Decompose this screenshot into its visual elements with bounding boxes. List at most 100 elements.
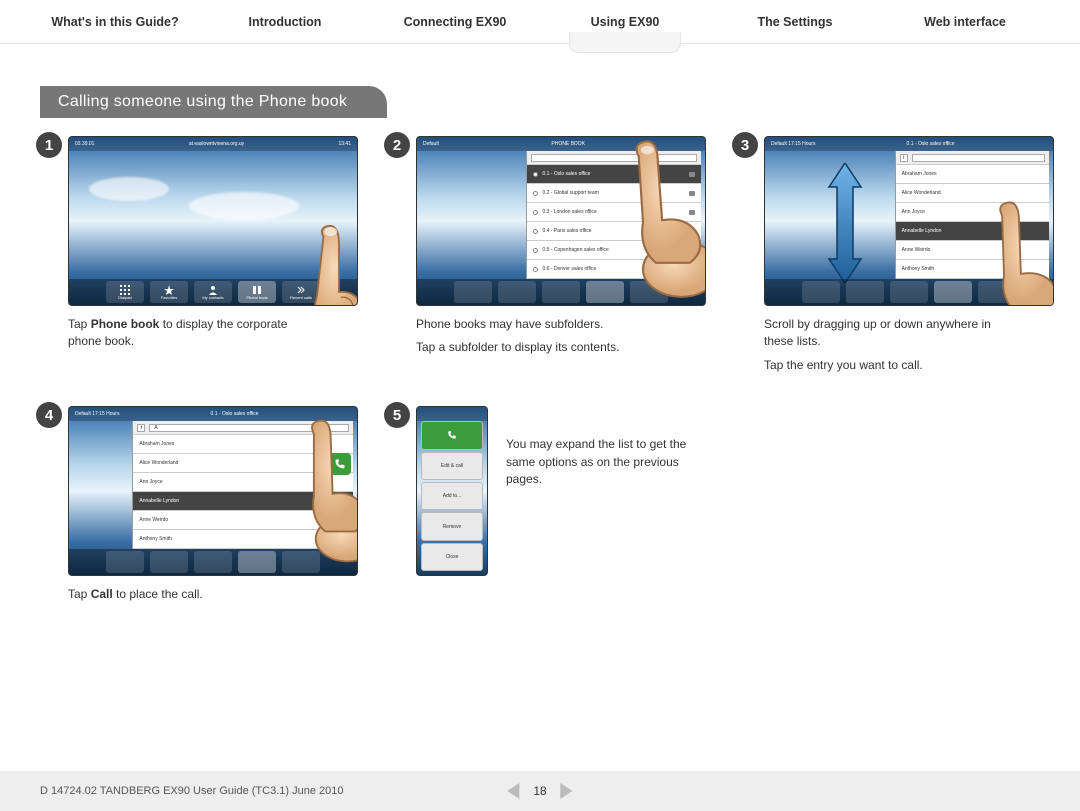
search-field[interactable] (912, 154, 1045, 162)
nav-using[interactable]: Using EX90 (540, 3, 710, 41)
topbar-right: 13:41 (338, 141, 351, 147)
topbar-left: Default (423, 141, 439, 147)
panel-remove-button[interactable]: Remove (421, 512, 483, 540)
next-page-button[interactable] (561, 783, 573, 799)
list-item[interactable]: Annabelle Lyndon (896, 222, 1049, 241)
list-item[interactable]: 0.5 - Copenhagen sales office (527, 241, 701, 260)
folder-icon (689, 248, 695, 253)
step-3: 3 Default 17:15 Hours 0.1 - Oslo sales o… (736, 136, 1054, 380)
tab-recent-calls[interactable] (282, 551, 320, 573)
step3-screenshot: Default 17:15 Hours 0.1 - Oslo sales off… (764, 136, 1054, 306)
step1-caption: Tap Phone book to display the corporate … (68, 316, 308, 351)
tab-my-contacts[interactable] (542, 281, 580, 303)
step5-caption: You may expand the list to get the same … (506, 436, 706, 586)
tab-dialpad[interactable] (454, 281, 492, 303)
topbar-center: at.easlowntvinena.org.uy (189, 141, 244, 147)
thumb-topbar (417, 407, 487, 421)
tab-my-contacts[interactable] (194, 551, 232, 573)
thumb-topbar: 03.39.01 at.easlowntvinena.org.uy 13:41 (69, 137, 357, 151)
tab-phone-book[interactable]: Phone book (238, 281, 276, 303)
list-item[interactable]: Alice Wonderland (133, 454, 353, 473)
section-heading: Calling someone using the Phone book (40, 86, 387, 118)
topbar-left: 03.39.01 (75, 141, 94, 147)
call-button[interactable] (329, 453, 351, 475)
list-item[interactable]: Anthony Smith (896, 260, 1049, 279)
tab-dialpad[interactable] (106, 551, 144, 573)
tab-my-contacts[interactable] (890, 281, 928, 303)
panel-edit-call-button[interactable]: Edit & call (421, 452, 483, 480)
topbar-right (350, 411, 351, 417)
doc-id: D 14724.02 TANDBERG EX90 User Guide (TC3… (40, 785, 343, 797)
panel-call-button[interactable] (421, 421, 483, 449)
list-item[interactable]: Alice Wonderland (896, 184, 1049, 203)
tab-favorites[interactable] (150, 551, 188, 573)
search-row: t (896, 151, 1049, 165)
tab-phone-book[interactable] (934, 281, 972, 303)
nav-introduction[interactable]: Introduction (200, 3, 370, 41)
list-item[interactable]: 0.2 - Global support team (527, 184, 701, 203)
pager: 18 (507, 783, 572, 799)
tab-phone-book[interactable] (586, 281, 624, 303)
list-item[interactable]: Annabelle Lyndon (133, 492, 353, 511)
step2-caption: Phone books may have subfolders. Tap a s… (416, 316, 656, 357)
tab-recent-calls[interactable]: Recent calls (282, 281, 320, 303)
thumb-bottombar: Dialpad Favorites My contacts Phone book… (69, 279, 357, 305)
tab-recent-calls[interactable] (630, 281, 668, 303)
nav-settings[interactable]: The Settings (710, 3, 880, 41)
search-field[interactable]: A (149, 424, 349, 432)
list-item[interactable]: Anne Weirdo (896, 241, 1049, 260)
step-2: 2 Default PHONE BOOK 0.1 - Oslo sales of… (388, 136, 706, 380)
tab-my-contacts[interactable]: My contacts (194, 281, 232, 303)
steps-grid: 1 03.39.01 at.easlowntvinena.org.uy 13:4… (0, 136, 1080, 610)
tab-favorites[interactable] (846, 281, 884, 303)
step2-screenshot: Default PHONE BOOK 0.1 - Oslo sales offi… (416, 136, 706, 306)
search-field[interactable] (531, 154, 697, 162)
list-item[interactable]: Ann Joyce (133, 473, 353, 492)
options-panel: Edit & call Add to... Remove Close (421, 421, 483, 571)
list-item[interactable]: Abraham Jones (133, 435, 353, 454)
tab-phone-book[interactable] (238, 551, 276, 573)
thumb-topbar: Default 17:15 Hours 0.1 - Oslo sales off… (765, 137, 1053, 151)
thumb-bottombar (765, 279, 1053, 305)
step-4: 4 Default 17:15 Hours 0.1 - Oslo sales o… (40, 406, 358, 609)
folder-icon (689, 191, 695, 196)
keyboard-key[interactable]: t (137, 424, 145, 432)
step-badge: 5 (384, 402, 410, 428)
prev-page-button[interactable] (507, 783, 519, 799)
tab-dialpad[interactable]: Dialpad (106, 281, 144, 303)
search-row: t A (133, 421, 353, 435)
list-item[interactable]: 0.1 - Oslo sales office (527, 165, 701, 184)
keyboard-key[interactable]: t (900, 154, 908, 162)
list-item[interactable]: 0.4 - Paris sales office (527, 222, 701, 241)
list-item[interactable]: Abraham Jones (896, 165, 1049, 184)
tab-favorites[interactable] (498, 281, 536, 303)
tab-favorites[interactable]: Favorites (150, 281, 188, 303)
topbar-right (698, 141, 699, 147)
list-item[interactable]: Anne Weirdo (133, 511, 353, 530)
tab-recent-calls[interactable] (978, 281, 1016, 303)
nav-connecting[interactable]: Connecting EX90 (370, 3, 540, 41)
panel-add-to-button[interactable]: Add to... (421, 482, 483, 510)
list-item[interactable]: Ann Joyce (896, 203, 1049, 222)
topbar-left: Default 17:15 Hours (75, 411, 119, 417)
step4-screenshot: Default 17:15 Hours 0.1 - Oslo sales off… (68, 406, 358, 576)
step-badge: 2 (384, 132, 410, 158)
list-item[interactable]: 0.3 - London sales office (527, 203, 701, 222)
list-item[interactable]: 0.6 - Denver sales office (527, 260, 701, 279)
step4-caption: Tap Call to place the call. (68, 586, 308, 603)
topbar-center: 0.1 - Oslo sales office (211, 411, 259, 417)
contact-list: t Abraham Jones Alice Wonderland Ann Joy… (895, 151, 1049, 279)
tab-dialpad[interactable] (802, 281, 840, 303)
scroll-arrow-icon (825, 163, 865, 273)
step-badge: 3 (732, 132, 758, 158)
step-1: 1 03.39.01 at.easlowntvinena.org.uy 13:4… (40, 136, 358, 380)
nav-whats-in-guide[interactable]: What's in this Guide? (30, 3, 200, 41)
list-item[interactable]: Anthony Smith (133, 530, 353, 549)
step1-screenshot: 03.39.01 at.easlowntvinena.org.uy 13:41 … (68, 136, 358, 306)
nav-web-interface[interactable]: Web interface (880, 3, 1050, 41)
page-number: 18 (533, 784, 546, 798)
topbar-center: PHONE BOOK (551, 141, 585, 147)
folder-icon (689, 210, 695, 215)
panel-close-button[interactable]: Close (421, 543, 483, 571)
top-nav: What's in this Guide? Introduction Conne… (0, 0, 1080, 44)
